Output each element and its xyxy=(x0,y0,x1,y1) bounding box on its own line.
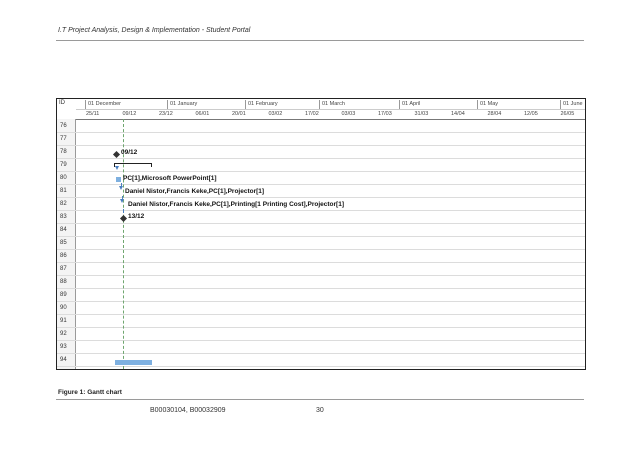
task-row: 86 xyxy=(57,250,585,263)
timescale-month: 01 May xyxy=(480,101,499,107)
link-line xyxy=(123,209,124,213)
timescale-divider xyxy=(76,109,585,110)
row-id: 80 xyxy=(60,175,67,181)
task-label-81: Daniel Nistor,Francis Keke,PC[1],Project… xyxy=(125,188,265,195)
row-id: 78 xyxy=(60,149,67,155)
timescale-week: 03/03 xyxy=(341,111,356,117)
timescale-month: 01 December xyxy=(88,101,122,107)
timescale-week: 17/03 xyxy=(378,111,392,117)
row-id: 87 xyxy=(60,266,67,272)
row-id: 93 xyxy=(60,344,67,350)
row-id: 84 xyxy=(60,227,67,233)
timescale: 01 December 01 January 01 February 01 March… xyxy=(76,99,585,120)
page-number: 30 xyxy=(316,407,324,414)
link-arrow-icon xyxy=(120,199,124,203)
task-row: 92 xyxy=(57,328,585,341)
timescale-week: 20/01 xyxy=(232,111,246,117)
row-id: 88 xyxy=(60,279,67,285)
row-id: 82 xyxy=(60,201,67,207)
task-row: 87 xyxy=(57,263,585,276)
timescale-week: 17/02 xyxy=(305,111,319,117)
row-id: 94 xyxy=(60,357,67,363)
footer-student-ids: B00030104, B00032909 xyxy=(150,407,226,414)
milestone-guide-line xyxy=(123,119,124,369)
header-rule xyxy=(56,40,584,41)
timescale-week: 25/11 xyxy=(86,111,100,117)
summary-task-bar xyxy=(115,360,152,365)
task-bar xyxy=(116,177,121,182)
row-id: 81 xyxy=(60,188,67,194)
row-id: 86 xyxy=(60,253,67,259)
task-row: 84 xyxy=(57,224,585,237)
timescale-month: 01 January xyxy=(170,101,198,107)
timescale-month: 01 June xyxy=(563,101,583,107)
month-tick xyxy=(245,100,246,109)
gantt-chart: ID 01 December 01 January 01 February 01 Ma… xyxy=(56,98,586,370)
task-label-82: Daniel Nistor,Francis Keke,PC[1],Printin… xyxy=(128,201,344,208)
row-id: 83 xyxy=(60,214,67,220)
task-row: 89 xyxy=(57,289,585,302)
timescale-week: 31/03 xyxy=(414,111,429,117)
row-id: 90 xyxy=(60,305,67,311)
timescale-week: 03/02 xyxy=(268,111,283,117)
timescale-month: 01 February xyxy=(248,101,278,107)
task-row: 85 xyxy=(57,237,585,250)
link-arrow-icon xyxy=(119,186,123,190)
task-row: 77 xyxy=(57,133,585,146)
page-header: I.T Project Analysis, Design & Implement… xyxy=(58,27,251,34)
timescale-week: 12/05 xyxy=(524,111,538,117)
timescale-week: 26/05 xyxy=(560,111,575,117)
timescale-week: 23/12 xyxy=(159,111,173,117)
task-row: 91 xyxy=(57,315,585,328)
month-tick xyxy=(319,100,320,109)
footer-rule xyxy=(56,399,584,400)
figure-caption: Figure 1: Gantt chart xyxy=(58,389,122,396)
summary-task-bracket xyxy=(114,163,152,167)
task-row: 88 xyxy=(57,276,585,289)
id-column-header: ID xyxy=(59,100,65,106)
month-tick xyxy=(477,100,478,109)
month-tick xyxy=(560,100,561,109)
timescale-month: 01 March xyxy=(322,101,345,107)
task-row: 76 xyxy=(57,120,585,133)
link-arrow-icon xyxy=(115,166,119,170)
timescale-month: 01 April xyxy=(402,101,421,107)
month-tick xyxy=(399,100,400,109)
month-tick xyxy=(167,100,168,109)
row-id: 89 xyxy=(60,292,67,298)
row-id: 76 xyxy=(60,123,67,129)
timescale-week: 09/12 xyxy=(122,111,137,117)
milestone-start-label: 09/12 xyxy=(121,149,138,156)
row-id: 79 xyxy=(60,162,67,168)
row-id: 77 xyxy=(60,136,67,142)
timescale-week: 06/01 xyxy=(195,111,210,117)
timescale-week: 14/04 xyxy=(451,111,465,117)
timescale-week: 28/04 xyxy=(487,111,502,117)
milestone-end-label: 13/12 xyxy=(128,213,145,220)
task-row: 90 xyxy=(57,302,585,315)
row-id: 91 xyxy=(60,318,67,324)
row-id: 85 xyxy=(60,240,67,246)
task-row: 93 xyxy=(57,341,585,354)
month-tick xyxy=(85,100,86,109)
row-id: 92 xyxy=(60,331,67,337)
task-label-80: PC[1],Microsoft PowerPoint[1] xyxy=(123,175,217,182)
